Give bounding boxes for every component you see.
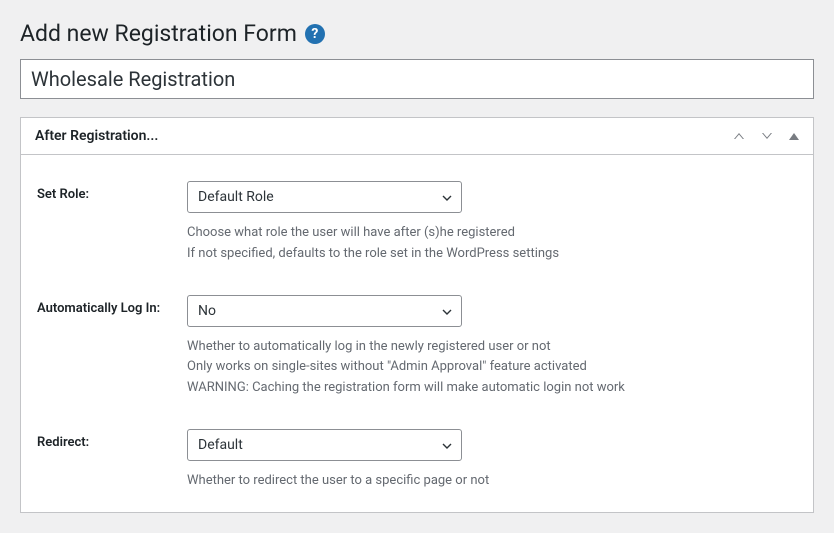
set-role-select[interactable] <box>187 181 462 213</box>
redirect-help: Whether to redirect the user to a specif… <box>187 471 797 492</box>
auto-login-select-wrap <box>187 295 462 327</box>
help-text: Whether to automatically log in the newl… <box>187 337 797 358</box>
help-text: WARNING: Caching the registration form w… <box>187 378 797 399</box>
set-role-control: Choose what role the user will have afte… <box>187 181 797 265</box>
after-registration-panel: After Registration... Set Role: <box>20 117 814 513</box>
redirect-control: Whether to redirect the user to a specif… <box>187 429 797 492</box>
field-redirect: Redirect: Whether to redirect the user t… <box>37 429 797 492</box>
panel-title: After Registration... <box>35 128 158 144</box>
panel-body: Set Role: Choose what role the user will… <box>21 155 813 512</box>
auto-login-select[interactable] <box>187 295 462 327</box>
redirect-label: Redirect: <box>37 429 187 450</box>
move-down-icon[interactable] <box>761 130 773 142</box>
form-title-input[interactable] <box>20 59 814 99</box>
page-title: Add new Registration Form <box>20 20 297 47</box>
redirect-select[interactable] <box>187 429 462 461</box>
help-icon[interactable]: ? <box>305 24 325 44</box>
set-role-help: Choose what role the user will have afte… <box>187 223 797 265</box>
page-header: Add new Registration Form ? <box>20 20 814 47</box>
field-set-role: Set Role: Choose what role the user will… <box>37 181 797 265</box>
help-text: Only works on single-sites without "Admi… <box>187 357 797 378</box>
collapse-icon[interactable] <box>789 130 799 142</box>
set-role-select-wrap <box>187 181 462 213</box>
field-auto-login: Automatically Log In: Whether to automat… <box>37 295 797 399</box>
help-text: If not specified, defaults to the role s… <box>187 244 797 265</box>
panel-header[interactable]: After Registration... <box>21 118 813 155</box>
auto-login-label: Automatically Log In: <box>37 295 187 316</box>
auto-login-help: Whether to automatically log in the newl… <box>187 337 797 399</box>
panel-controls <box>733 130 799 142</box>
auto-login-control: Whether to automatically log in the newl… <box>187 295 797 399</box>
help-text: Choose what role the user will have afte… <box>187 223 797 244</box>
move-up-icon[interactable] <box>733 130 745 142</box>
redirect-select-wrap <box>187 429 462 461</box>
help-text: Whether to redirect the user to a specif… <box>187 471 797 492</box>
set-role-label: Set Role: <box>37 181 187 202</box>
